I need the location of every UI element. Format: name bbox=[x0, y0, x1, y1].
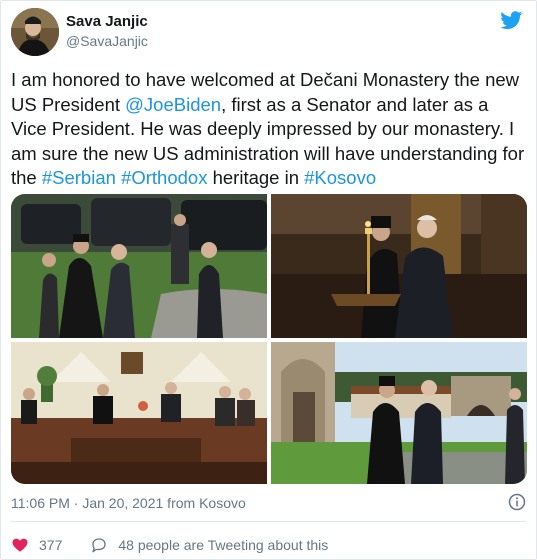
like-action[interactable]: 377 bbox=[11, 536, 62, 554]
text-seg: heritage in bbox=[207, 167, 305, 188]
info-icon[interactable] bbox=[508, 493, 526, 511]
avatar[interactable] bbox=[11, 8, 59, 56]
photo-grid bbox=[11, 194, 527, 484]
like-count: 377 bbox=[39, 537, 63, 553]
tweet-card: Sava Janjic @SavaJanjic I am honored to … bbox=[0, 0, 537, 560]
display-name[interactable]: Sava Janjic bbox=[66, 13, 148, 30]
tweet-timestamp[interactable]: 11:06 PM · Jan 20, 2021 from Kosovo bbox=[11, 495, 246, 511]
photo-1[interactable] bbox=[11, 194, 267, 338]
chat-bubble-icon[interactable] bbox=[90, 536, 108, 554]
photo-3[interactable] bbox=[11, 342, 267, 484]
hashtag-link[interactable]: #Orthodox bbox=[121, 167, 207, 188]
photo-2[interactable] bbox=[271, 194, 527, 338]
photo-4[interactable] bbox=[271, 342, 527, 484]
mention-link[interactable]: @JoeBiden bbox=[125, 94, 221, 115]
tweet-actions: 377 48 people are Tweeting about this bbox=[11, 534, 328, 556]
hashtag-link[interactable]: #Serbian bbox=[42, 167, 116, 188]
tweeting-about-action[interactable]: 48 people are Tweeting about this bbox=[90, 536, 328, 554]
user-handle[interactable]: @SavaJanjic bbox=[66, 33, 148, 49]
twitter-bird-icon[interactable] bbox=[499, 9, 524, 31]
divider bbox=[11, 521, 526, 522]
tweet-text: I am honored to have welcomed at Dečani … bbox=[11, 68, 526, 191]
tweeting-about-text: 48 people are Tweeting about this bbox=[118, 537, 329, 553]
heart-icon[interactable] bbox=[11, 536, 29, 554]
hashtag-link[interactable]: #Kosovo bbox=[304, 167, 376, 188]
